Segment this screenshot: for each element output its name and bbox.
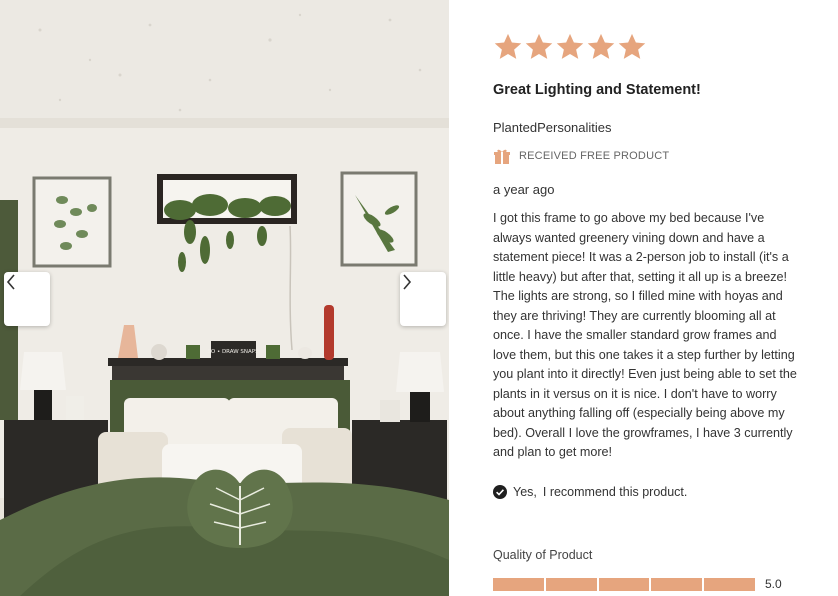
review-author[interactable]: PlantedPersonalities xyxy=(493,120,612,135)
ceiling xyxy=(0,0,449,125)
bedroom-photo: SO • DRAW SNAPS xyxy=(0,0,449,596)
review-panel: Great Lighting and Statement! PlantedPer… xyxy=(449,0,838,596)
headboard-shelf xyxy=(108,358,348,366)
quality-bar-segment xyxy=(598,578,650,591)
review-timestamp: a year ago xyxy=(493,182,555,197)
check-circle-icon xyxy=(493,485,507,499)
right-frame xyxy=(340,171,418,267)
letterboard-text: SO • DRAW SNAPS xyxy=(207,349,259,355)
chevron-left-icon xyxy=(6,274,15,290)
review-photo: SO • DRAW SNAPS xyxy=(0,0,449,596)
star-icon xyxy=(618,33,646,59)
recommend-text: I recommend this product. xyxy=(542,485,688,499)
star-icon xyxy=(494,33,522,59)
free-product-badge: RECEIVED FREE PRODUCT xyxy=(493,147,669,165)
left-frame xyxy=(32,176,112,268)
review-title: Great Lighting and Statement! xyxy=(493,82,701,98)
quality-label: Quality of Product xyxy=(493,548,593,562)
star-rating xyxy=(493,32,647,62)
star-icon xyxy=(587,33,615,59)
recommendation: Yes, I recommend this product. xyxy=(493,485,687,499)
star-icon xyxy=(525,33,553,59)
quality-bar-segment xyxy=(545,578,597,591)
quality-bar-segment xyxy=(651,578,703,591)
left-lamp xyxy=(20,352,66,390)
badge-label: RECEIVED FREE PRODUCT xyxy=(519,150,670,162)
star-icon xyxy=(556,33,584,59)
quality-rating-bar xyxy=(493,578,755,591)
gift-icon xyxy=(494,149,510,164)
recommend-yes: Yes, xyxy=(513,485,537,499)
quality-score: 5.0 xyxy=(765,577,782,591)
quality-bar-segment xyxy=(704,578,755,591)
next-image-button[interactable] xyxy=(400,272,446,326)
right-lamp xyxy=(396,352,444,392)
lava-lamp xyxy=(324,305,334,360)
previous-image-button[interactable] xyxy=(4,272,50,326)
quality-bar-segment xyxy=(493,578,544,591)
review-body: I got this frame to go above my bed beca… xyxy=(493,211,797,459)
chevron-right-icon xyxy=(403,274,412,290)
